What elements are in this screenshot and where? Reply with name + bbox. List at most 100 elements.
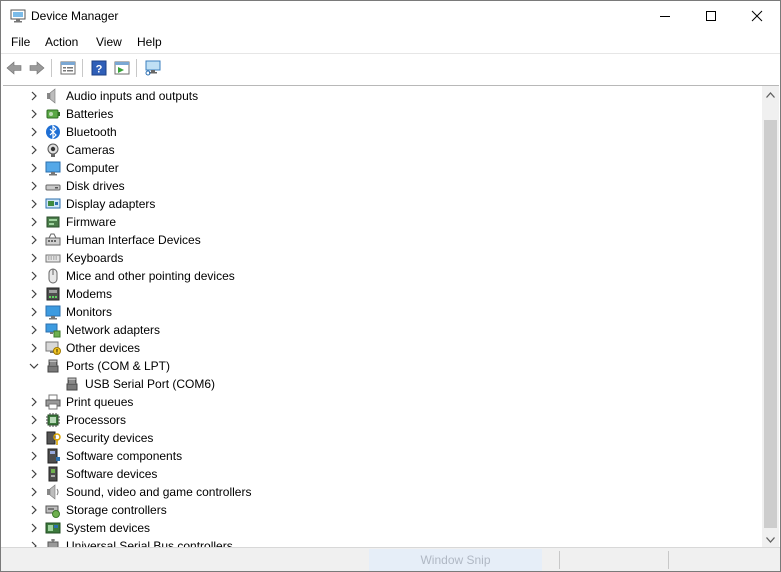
tree-category-item[interactable]: Storage controllers <box>3 501 761 519</box>
computer-icon <box>45 160 61 176</box>
tree-item-label: Batteries <box>66 107 114 121</box>
chevron-right-icon[interactable] <box>29 414 39 426</box>
tree-category-item[interactable]: Print queues <box>3 393 761 411</box>
tree-category-item[interactable]: Sound, video and game controllers <box>3 483 761 501</box>
port-icon <box>45 358 61 374</box>
tree-category-item[interactable]: Processors <box>3 411 761 429</box>
tree-item-label: Modems <box>66 287 113 301</box>
chevron-right-icon[interactable] <box>29 288 39 300</box>
tree-category-item[interactable]: Modems <box>3 285 761 303</box>
chevron-right-icon[interactable] <box>29 504 39 516</box>
forward-button[interactable] <box>28 59 46 77</box>
chevron-right-icon[interactable] <box>29 90 39 102</box>
tree-item-label: Ports (COM & LPT) <box>66 359 171 373</box>
tree-item-label: System devices <box>66 521 151 535</box>
tree-category-item[interactable]: Computer <box>3 159 761 177</box>
chevron-right-icon[interactable] <box>29 486 39 498</box>
chevron-right-icon[interactable] <box>29 342 39 354</box>
tree-category-item[interactable]: Keyboards <box>3 249 761 267</box>
minimize-button[interactable] <box>642 1 688 31</box>
vertical-scrollbar[interactable] <box>762 86 779 548</box>
tree-item-label: Software devices <box>66 467 158 481</box>
tree-category-item[interactable]: Ports (COM & LPT) <box>3 357 761 375</box>
tree-item-label: Processors <box>66 413 127 427</box>
tree-category-item[interactable]: Mice and other pointing devices <box>3 267 761 285</box>
device-manager-app-icon <box>10 9 26 23</box>
scroll-up-button[interactable] <box>762 86 779 103</box>
scroll-down-button[interactable] <box>762 531 779 548</box>
speaker-icon <box>45 88 61 104</box>
properties-button[interactable] <box>59 59 77 77</box>
back-button[interactable] <box>5 59 23 77</box>
update-driver-icon <box>114 61 130 75</box>
tree-category-item[interactable]: Cameras <box>3 141 761 159</box>
menu-action[interactable]: Action <box>45 35 78 49</box>
chevron-right-icon[interactable] <box>29 432 39 444</box>
tree-category-item[interactable]: Audio inputs and outputs <box>3 87 761 105</box>
chevron-right-icon[interactable] <box>29 468 39 480</box>
tree-category-item[interactable]: Human Interface Devices <box>3 231 761 249</box>
tree-category-item[interactable]: Monitors <box>3 303 761 321</box>
svg-text:?: ? <box>96 64 103 76</box>
device-tree[interactable]: Audio inputs and outputs Batteries Bluetoo… <box>3 85 779 548</box>
hid-icon <box>45 232 61 248</box>
tree-child-item[interactable]: USB Serial Port (COM6) <box>3 375 761 393</box>
chevron-right-icon[interactable] <box>29 126 39 138</box>
help-button[interactable]: ? <box>90 59 108 77</box>
toolbar-separator <box>136 59 137 77</box>
chevron-right-icon[interactable] <box>29 396 39 408</box>
tree-category-item[interactable]: Software components <box>3 447 761 465</box>
menu-file[interactable]: File <box>11 35 30 49</box>
tree-category-item[interactable]: Software devices <box>3 465 761 483</box>
chevron-right-icon[interactable] <box>29 522 39 534</box>
close-button[interactable] <box>734 1 780 31</box>
display-adapter-icon <box>45 196 61 212</box>
tree-item-label: Disk drives <box>66 179 125 193</box>
tree-category-item[interactable]: Security devices <box>3 429 761 447</box>
help-icon: ? <box>91 60 107 76</box>
chevron-right-icon[interactable] <box>29 324 39 336</box>
tree-category-item[interactable]: Bluetooth <box>3 123 761 141</box>
chevron-right-icon[interactable] <box>29 252 39 264</box>
chevron-right-icon[interactable] <box>29 450 39 462</box>
chevron-right-icon[interactable] <box>29 234 39 246</box>
tree-category-item[interactable]: ! Other devices <box>3 339 761 357</box>
tree-category-item[interactable]: System devices <box>3 519 761 537</box>
tree-category-item[interactable]: Display adapters <box>3 195 761 213</box>
battery-icon <box>45 106 61 122</box>
chevron-right-icon[interactable] <box>29 162 39 174</box>
title-bar[interactable]: Device Manager <box>1 1 780 31</box>
chevron-right-icon[interactable] <box>29 270 39 282</box>
tree-item-label: Human Interface Devices <box>66 233 201 247</box>
tree-category-item[interactable]: Network adapters <box>3 321 761 339</box>
chevron-right-icon[interactable] <box>29 108 39 120</box>
properties-icon <box>60 61 76 75</box>
maximize-button[interactable] <box>688 1 734 31</box>
disk-icon <box>45 178 61 194</box>
tree-category-item[interactable]: Batteries <box>3 105 761 123</box>
tree-item-label: Security devices <box>66 431 154 445</box>
scrollbar-thumb[interactable] <box>764 120 777 528</box>
network-icon <box>45 322 61 338</box>
chevron-right-icon[interactable] <box>29 216 39 228</box>
chevron-right-icon[interactable] <box>29 144 39 156</box>
chevron-down-icon <box>766 536 775 543</box>
chevron-right-icon[interactable] <box>29 180 39 192</box>
status-bar: Window Snip <box>1 547 780 571</box>
scan-hardware-button[interactable] <box>144 59 162 77</box>
menu-help[interactable]: Help <box>137 35 162 49</box>
chevron-right-icon[interactable] <box>29 306 39 318</box>
update-driver-button[interactable] <box>113 59 131 77</box>
mouse-icon <box>45 268 61 284</box>
chevron-right-icon[interactable] <box>29 198 39 210</box>
svg-text:!: ! <box>56 350 58 356</box>
tree-item-label: Storage controllers <box>66 503 167 517</box>
tree-category-item[interactable]: Firmware <box>3 213 761 231</box>
chevron-up-icon <box>766 91 775 98</box>
maximize-icon <box>706 11 716 21</box>
toolbar-separator <box>82 59 83 77</box>
menu-view[interactable]: View <box>96 35 122 49</box>
chevron-down-icon[interactable] <box>29 360 39 372</box>
device-manager-window: Device Manager File Action View Help ? A… <box>0 0 781 572</box>
tree-category-item[interactable]: Disk drives <box>3 177 761 195</box>
